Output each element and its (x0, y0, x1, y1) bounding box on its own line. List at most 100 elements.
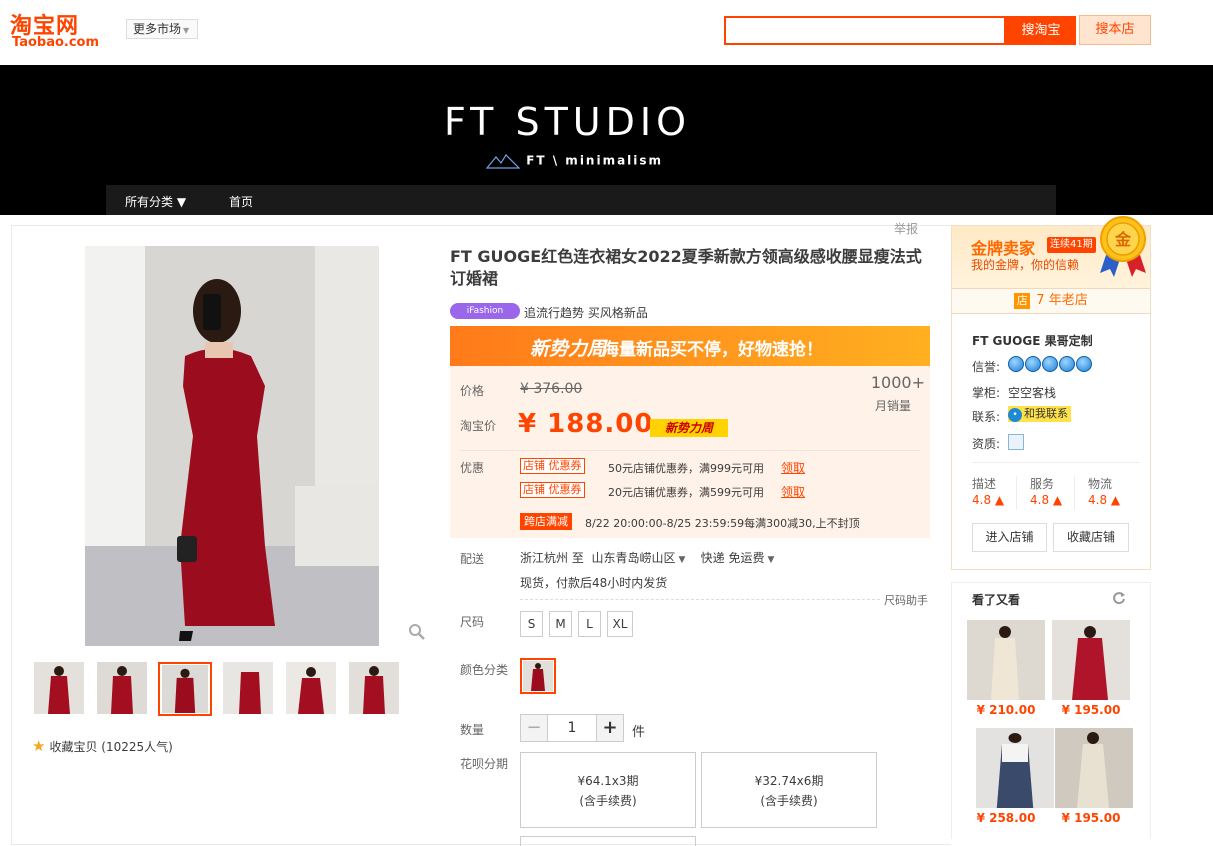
favorite-label: 收藏宝贝 (10225人气) (49, 740, 173, 754)
divider (460, 450, 920, 451)
divider (1074, 476, 1075, 510)
recommend-price: ¥ 258.00 (976, 811, 1036, 825)
divider (1016, 476, 1017, 510)
contact-seller-button[interactable]: • 和我联系 (1008, 406, 1071, 422)
size-option[interactable]: L (578, 611, 601, 637)
recommend-price: ¥ 195.00 (1061, 703, 1121, 717)
delivery-label: 配送 (460, 552, 485, 566)
crown-icon (1042, 356, 1058, 372)
size-option[interactable]: XL (607, 611, 633, 637)
recommend-image[interactable] (1052, 620, 1130, 700)
score-value: 4.8 (1088, 493, 1108, 507)
mountain-icon (485, 154, 521, 169)
refresh-icon[interactable] (1112, 591, 1126, 605)
shop-brand-tagline: FT \ minimalism (485, 153, 686, 171)
color-label: 颜色分类 (460, 663, 509, 677)
arrow-up-icon: ▲ (1110, 493, 1121, 507)
recommend-title: 看了又看 (972, 593, 1021, 607)
score-description: 描述 4.8 ▲ (972, 476, 1004, 508)
delivery-route: 浙江杭州 至 山东青岛崂山区 ▼ 快递 免运费 ▼ (520, 549, 774, 566)
quantity-decrease-button[interactable]: − (520, 714, 548, 742)
installment-option[interactable]: ¥64.1x3期 (含手续费) (520, 752, 696, 828)
installment-option[interactable]: ¥32.74x6期 (含手续费) (701, 752, 877, 828)
thumbnail-image (161, 665, 209, 713)
recommend-price: ¥ 210.00 (976, 703, 1036, 717)
crown-icon (1059, 356, 1075, 372)
product-title: FT GUOGE红色连衣裙女2022夏季新款方领高级感收腰显瘦法式订婚裙 (450, 247, 922, 288)
delivery-note: 现货，付款后48小时内发货 (520, 576, 668, 590)
coupon-claim-link[interactable]: 领取 (781, 483, 805, 500)
price-label: 价格 (460, 384, 485, 398)
thumbnail-image[interactable] (34, 662, 84, 714)
size-option[interactable]: M (549, 611, 572, 637)
divider (972, 462, 1140, 463)
score-service: 服务 4.8 ▲ (1030, 476, 1062, 508)
current-price: ¥ 188.00 (518, 409, 654, 439)
license-icon[interactable] (1008, 434, 1024, 450)
coupon-label: 优惠 (460, 461, 485, 475)
quantity-input[interactable]: 1 (548, 714, 596, 742)
more-market-dropdown[interactable]: 更多市场 ▼ (126, 19, 198, 39)
delivery-from: 浙江杭州 至 (520, 551, 584, 565)
favorite-item[interactable]: ★ 收藏宝贝 (10225人气) (32, 737, 173, 755)
recommend-image[interactable] (1055, 728, 1133, 808)
promo-logo: 新势力周 (530, 338, 607, 360)
installment-fee: (含手续费) (579, 794, 637, 808)
size-option[interactable]: S (520, 611, 543, 637)
score-label: 描述 (972, 477, 997, 491)
installment-label: 花呗分期 (460, 757, 509, 771)
search-input[interactable] (724, 16, 1006, 45)
shop-name[interactable]: FT GUOGE 果哥定制 (972, 332, 1093, 349)
taobao-price-label: 淘宝价 (460, 419, 497, 433)
search-taobao-button[interactable]: 搜淘宝 (1006, 16, 1076, 45)
taobao-logo[interactable]: 淘宝网 Taobao.com (10, 8, 110, 52)
divider (520, 599, 880, 600)
coupon-claim-link[interactable]: 领取 (781, 459, 805, 476)
ifashion-text[interactable]: 追流行趋势 买风格新品 (524, 304, 648, 321)
cross-shop-badge: 跨店满减 (520, 513, 572, 530)
search-shop-button[interactable]: 搜本店 (1079, 15, 1151, 45)
quantity-increase-button[interactable]: + (596, 714, 624, 742)
size-helper-link[interactable]: 尺码助手 (884, 592, 928, 608)
delivery-destination-text: 山东青岛崂山区 (591, 551, 676, 565)
shop-brand: FT STUDIO (443, 100, 691, 144)
ifashion-badge[interactable]: iFashion (450, 303, 520, 319)
cross-shop-text: 8/22 20:00:00-8/25 23:59:59每满300减30,上不封顶 (585, 517, 860, 530)
delivery-destination[interactable]: 山东青岛崂山区 ▼ (591, 551, 685, 565)
delivery-method[interactable]: 快递 免运费 ▼ (701, 551, 775, 565)
thumbnail-selected[interactable] (158, 662, 212, 716)
chat-icon: • (1008, 408, 1022, 422)
thumbnail-image[interactable] (223, 662, 273, 714)
report-link[interactable]: 举报 (894, 220, 918, 237)
installment-option-partial[interactable] (520, 836, 696, 846)
thumbnail-image[interactable] (97, 662, 147, 714)
coupon-badge: 店铺 优惠券 (520, 482, 585, 498)
shop-nav: 所有分类 ▼ 首页 (106, 185, 1056, 215)
credit-crowns[interactable] (1008, 356, 1093, 372)
credit-label: 信誉: (972, 360, 1001, 374)
sales-label: 月销量 (874, 399, 911, 413)
product-main-image[interactable] (85, 246, 379, 646)
nav-home[interactable]: 首页 (229, 193, 253, 210)
promo-banner[interactable]: 新势力周 海量新品买不停，好物速抢！ (450, 326, 930, 366)
original-price: ¥ 376.00 (520, 381, 583, 397)
gold-seller-streak: 连续41期 (1047, 237, 1096, 253)
delivery-method-text: 快递 免运费 (700, 551, 765, 565)
nav-all-categories[interactable]: 所有分类 ▼ (125, 193, 186, 210)
crown-icon (1076, 356, 1092, 372)
enter-shop-button[interactable]: 进入店铺 (972, 523, 1047, 552)
zoom-icon[interactable] (408, 623, 426, 641)
caret-down-icon: ▼ (678, 555, 686, 565)
shop-age: 店 7 年老店 (952, 288, 1150, 314)
qualification-label: 资质: (972, 437, 1001, 451)
recommend-image[interactable] (967, 620, 1045, 700)
thumbnail-image[interactable] (349, 662, 399, 714)
recommend-image[interactable] (976, 728, 1054, 808)
score-logistics: 物流 4.8 ▲ (1088, 476, 1120, 508)
color-option[interactable] (520, 658, 556, 694)
recommend-price: ¥ 195.00 (1061, 811, 1121, 825)
arrow-up-icon: ▲ (994, 493, 1005, 507)
score-label: 服务 (1030, 477, 1055, 491)
collect-shop-button[interactable]: 收藏店铺 (1053, 523, 1129, 552)
thumbnail-image[interactable] (286, 662, 336, 714)
